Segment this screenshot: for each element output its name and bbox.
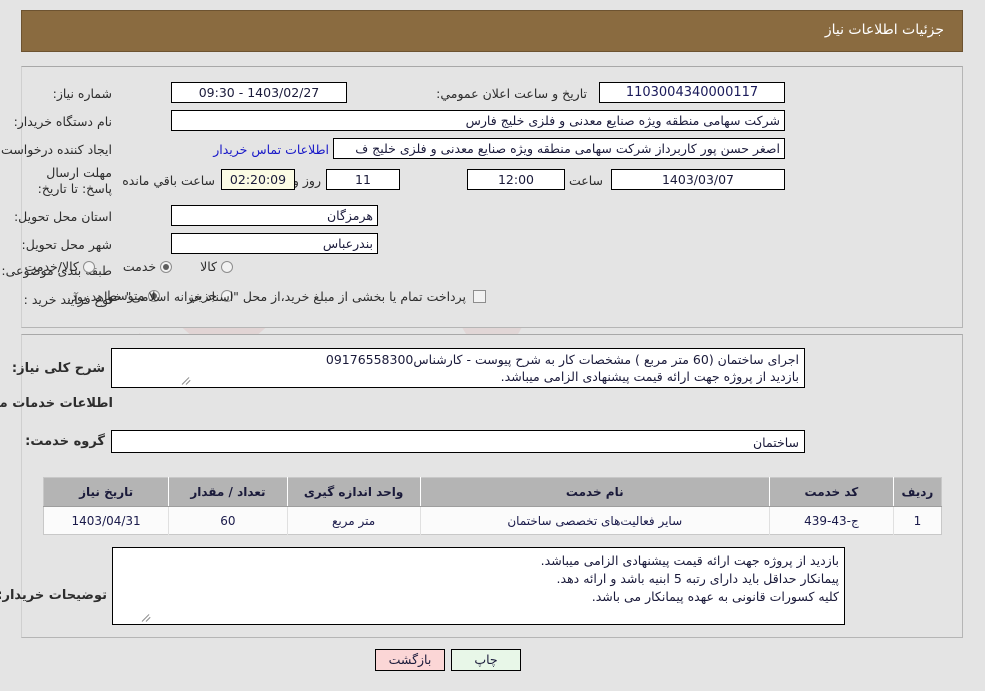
buyer-org-value: شرکت سهامی منطقه ویژه صنایع معدنی و فلزی… [171, 110, 785, 131]
buyer-contact-link[interactable]: اطلاعات تماس خریدار [213, 142, 329, 157]
table-row[interactable]: 1 ج-43-439 سایر فعالیت‌های تخصصی ساختمان… [43, 506, 942, 535]
col-quantity: تعداد / مقدار [168, 477, 288, 507]
requester-value: اصغر حسن پور کاربرداز شرکت سهامی منطقه و… [333, 138, 785, 159]
remaining-time-label: ساعت باقي مانده [122, 173, 215, 188]
service-group-label: گروه خدمت: [25, 434, 105, 449]
radio-dot-icon[interactable] [82, 260, 95, 273]
city-label: شهر محل تحویل: [21, 237, 112, 252]
treasury-bond-checkbox-row[interactable]: پرداخت تمام یا بخشی از مبلغ خرید،از محل … [67, 289, 486, 304]
remaining-days-label: روز و [292, 173, 321, 188]
checkbox-icon[interactable] [473, 290, 486, 303]
deadline-label: مهلت ارسال پاسخ: تا تاریخ: [37, 165, 112, 196]
table-header-row: ردیف کد خدمت نام خدمت واحد اندازه گیری ت… [43, 477, 942, 507]
deadline-hour-label: ساعت [568, 173, 603, 188]
radio-dot-icon[interactable] [221, 260, 233, 273]
general-desc-textarea[interactable]: اجرای ساختمان (60 متر مربع ) مشخصات کار … [111, 348, 805, 388]
buyer-notes-label: توضیحات خریدار: [0, 588, 107, 603]
services-table: ردیف کد خدمت نام خدمت واحد اندازه گیری ت… [43, 477, 942, 535]
buyer-org-label: نام دستگاه خریدار: [13, 114, 112, 129]
col-service-code: کد خدمت [768, 477, 894, 507]
page-title-bar: جزئیات اطلاعات نیاز [21, 10, 963, 52]
col-service-name: نام خدمت [419, 477, 770, 507]
need-number-value: 1103004340000117 [599, 82, 785, 103]
category-option-label: کالا/خدمت [24, 259, 79, 274]
category-option-khedmat[interactable]: خدمت [122, 259, 173, 274]
province-value: هرمزگان [171, 205, 378, 226]
province-label: استان محل تحویل: [13, 209, 112, 224]
cell-service-name: سایر فعالیت‌های تخصصی ساختمان [419, 506, 770, 535]
announce-datetime-value: 1403/02/27 - 09:30 [171, 82, 347, 103]
deadline-hour-value: 12:00 [467, 169, 565, 190]
back-button[interactable]: بازگشت [375, 649, 445, 671]
page-title: جزئیات اطلاعات نیاز [824, 22, 944, 38]
cell-row-no: 1 [892, 506, 942, 535]
remaining-time-value: 02:20:09 [221, 169, 295, 190]
print-button[interactable]: چاپ [451, 649, 521, 671]
treasury-bond-label: پرداخت تمام یا بخشی از مبلغ خرید،از محل … [67, 289, 466, 304]
services-section-title: اطلاعات خدمات مورد نیاز [0, 396, 113, 411]
announce-datetime-label: تاریخ و ساعت اعلان عمومي: [436, 86, 587, 101]
cell-quantity: 60 [168, 506, 288, 535]
remaining-days-value: 11 [326, 169, 400, 190]
city-value: بندرعباس [171, 233, 378, 254]
category-option-kala-khedmat[interactable]: کالا/خدمت [24, 259, 95, 274]
cell-service-code: ج-43-439 [768, 506, 894, 535]
general-desc-label: شرح کلی نیاز: [11, 361, 105, 376]
col-need-date: تاریخ نیاز [43, 477, 169, 507]
resize-grip-icon[interactable] [181, 374, 193, 386]
col-row-no: ردیف [892, 477, 942, 507]
category-option-label: خدمت [122, 259, 157, 274]
deadline-date-value: 1403/03/07 [611, 169, 785, 190]
category-radio-group: کالا خدمت کالا/خدمت [2, 259, 233, 274]
cell-need-date: 1403/04/31 [43, 506, 169, 535]
buyer-notes-textarea[interactable]: بازدید از پروژه جهت ارائه قیمت پیشنهادی … [112, 547, 845, 625]
requester-label: ایجاد کننده درخواست: [0, 142, 112, 157]
need-number-label: شماره نیاز: [52, 86, 112, 101]
radio-dot-icon[interactable] [160, 260, 173, 273]
resize-grip-icon[interactable] [141, 611, 153, 623]
category-option-label: کالا [200, 259, 217, 274]
cell-unit: متر مربع [286, 506, 421, 535]
service-group-value[interactable]: ساختمان [111, 430, 805, 453]
page-root: AriaTender.ir AriaTender.ir جزئیات اطلاع… [0, 0, 985, 691]
col-unit: واحد اندازه گیری [286, 477, 421, 507]
category-option-kala[interactable]: کالا [200, 259, 233, 274]
